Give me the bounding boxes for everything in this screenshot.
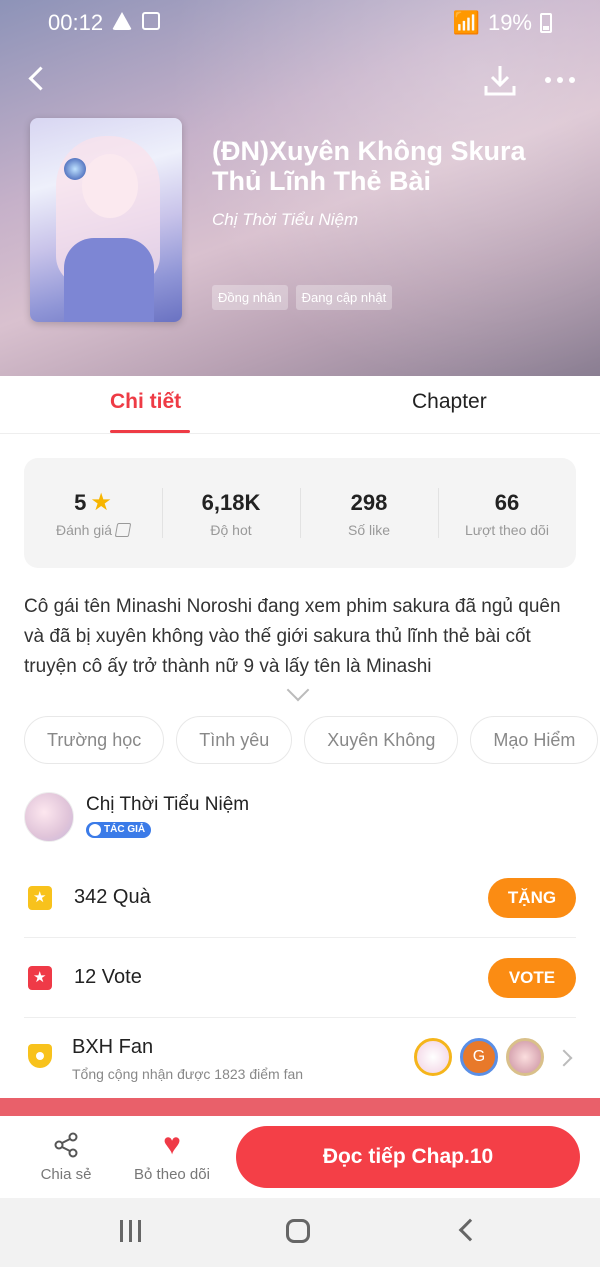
back-button[interactable] (20, 60, 56, 100)
dot-icon (545, 77, 551, 83)
book-cover-image (30, 118, 182, 322)
hot-label: Độ hot (210, 522, 252, 538)
download-button[interactable] (480, 62, 520, 98)
likes-label: Số like (347, 522, 391, 538)
battery-level: 19% (487, 10, 532, 35)
bottom-action-bar: Chia sẻ ♥ Bỏ theo dõi Đọc tiếp Chap.10 (0, 1116, 600, 1198)
share-button[interactable]: Chia sẻ (36, 1128, 96, 1183)
book-description: Cô gái tên Minashi Noroshi đang xem phim… (24, 596, 561, 677)
recents-button[interactable] (120, 1220, 142, 1242)
stat-follows: 66 Lượt theo dõi (438, 458, 576, 568)
gift-icon (28, 886, 52, 910)
author-badge: TÁC GIẢ (86, 822, 152, 838)
download-icon (484, 66, 516, 96)
book-tags: Đồng nhân Đang cập nhật (212, 285, 393, 310)
fan-ranking-row[interactable]: BXH Fan Tổng cộng nhận được 1823 điểm fa… (24, 1018, 576, 1098)
stat-rating[interactable]: 5 ★ Đánh giá (24, 458, 162, 568)
status-time: 00:12 (48, 10, 104, 35)
status-bar: 00:12 📶 19% (0, 0, 600, 50)
follows-label: Lượt theo dõi (465, 522, 549, 538)
book-title: (ĐN)Xuyên Không Skura Thủ Lĩnh Thẻ Bài (212, 136, 526, 196)
vote-ticket-icon (28, 966, 52, 990)
book-author[interactable]: Chị Thời Tiểu Niệm (212, 210, 358, 230)
tab-detail[interactable]: Chi tiết (110, 390, 181, 414)
edit-icon[interactable] (114, 523, 132, 537)
top-fans: G (414, 1038, 544, 1076)
more-options-button[interactable] (538, 62, 582, 98)
fan-points-text: Tổng cộng nhận được 1823 điểm fan (72, 1066, 304, 1082)
genre-romance[interactable]: Tình yêu (176, 716, 293, 764)
genre-tags: Trường học Tình yêu Xuyên Không Mạo Hiểm (24, 716, 600, 764)
star-icon: ★ (90, 489, 112, 516)
wifi-signal-icon: 📶 (452, 10, 480, 35)
author-name[interactable]: Chị Thời Tiểu Niệm (86, 794, 249, 816)
fan-avatar (506, 1038, 544, 1076)
tag-status: Đang cập nhật (295, 285, 393, 310)
vote-count: 12 Vote (74, 966, 142, 988)
share-label: Chia sẻ (40, 1166, 92, 1183)
share-icon (53, 1132, 79, 1158)
gift-count: 342 Quà (74, 886, 151, 908)
vote-button[interactable]: VOTE (488, 958, 576, 998)
dot-icon (569, 77, 575, 83)
fan-avatar: G (460, 1038, 498, 1076)
stat-hot: 6,18K Độ hot (162, 458, 300, 568)
genre-time-travel[interactable]: Xuyên Không (304, 716, 459, 764)
alert-icon (112, 12, 132, 30)
gift-button[interactable]: TẶNG (488, 878, 576, 918)
status-right: 📶 19% (453, 10, 552, 36)
author-avatar[interactable] (24, 792, 74, 842)
vote-row: 12 Vote VOTE (24, 938, 576, 1018)
stats-panel: 5 ★ Đánh giá 6,18K Độ hot 298 Số like 66 … (24, 458, 576, 568)
unfollow-button[interactable]: ♥ Bỏ theo dõi (130, 1128, 214, 1183)
tab-bar: Chi tiết Chapter (0, 376, 600, 434)
tab-chapter[interactable]: Chapter (412, 390, 487, 414)
unfollow-label: Bỏ theo dõi (134, 1166, 210, 1183)
home-button[interactable] (286, 1219, 310, 1243)
stat-likes: 298 Số like (300, 458, 438, 568)
notification-icons (112, 12, 160, 30)
continue-reading-button[interactable]: Đọc tiếp Chap.10 (236, 1126, 580, 1188)
follows-value: 66 (494, 490, 520, 515)
hot-value: 6,18K (201, 490, 261, 515)
rating-value: 5 (74, 490, 87, 515)
app-notification-icon (142, 12, 160, 30)
top-bar (0, 60, 600, 100)
tab-indicator (110, 430, 190, 433)
likes-value: 298 (350, 490, 388, 515)
system-back-button[interactable] (458, 1218, 482, 1242)
battery-icon (540, 13, 552, 33)
promo-banner[interactable] (0, 1098, 600, 1118)
genre-school[interactable]: Trường học (24, 716, 165, 764)
book-header: 00:12 📶 19% (ĐN)Xuyên Không Skura Thủ Lĩ… (0, 0, 600, 376)
genre-adventure[interactable]: Mạo Hiểm (470, 716, 599, 764)
trophy-icon (28, 1044, 52, 1068)
system-nav-bar (0, 1198, 600, 1267)
heart-icon: ♥ (163, 1128, 181, 1161)
fan-avatar (414, 1038, 452, 1076)
author-row[interactable]: Chị Thời Tiểu Niệm TÁC GIẢ (24, 792, 576, 842)
gift-row: 342 Quà TẶNG (24, 858, 576, 938)
dot-icon (557, 77, 563, 83)
tag-fanfic: Đồng nhân (212, 285, 288, 310)
fan-ranking-title: BXH Fan (72, 1036, 154, 1058)
chevron-right-icon (555, 1049, 573, 1067)
expand-chevron-icon[interactable] (286, 678, 310, 702)
rating-label: Đánh giá (55, 522, 113, 538)
